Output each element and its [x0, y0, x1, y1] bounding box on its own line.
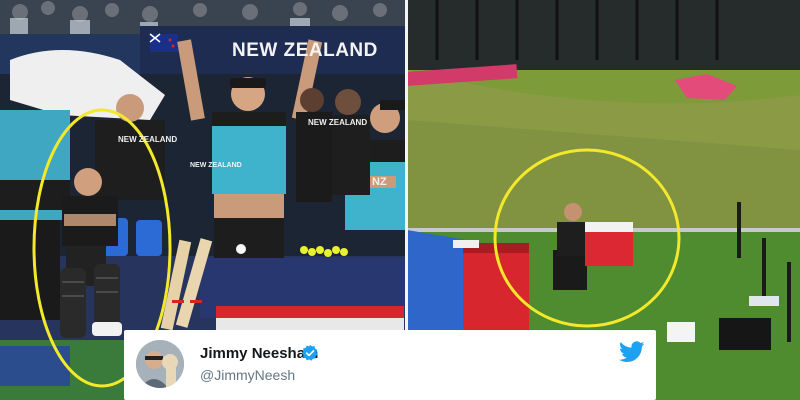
verified-badge-icon	[301, 344, 318, 361]
tweet-card[interactable]: Jimmy Neesham @JimmyNeesh	[124, 330, 656, 400]
shirt-label: NEW ZEALAND	[118, 135, 178, 144]
tweet-handle[interactable]: @JimmyNeesh	[200, 367, 295, 383]
shirt-label: NZ	[372, 176, 387, 188]
avatar[interactable]	[136, 340, 184, 388]
twitter-bird-icon[interactable]	[619, 341, 645, 363]
banner-text: NEW ZEALAND	[232, 40, 378, 61]
avatar-image	[136, 340, 184, 388]
shirt-label: NEW ZEALAND	[190, 162, 242, 169]
shirt-label: NEW ZEALAND	[308, 118, 368, 127]
